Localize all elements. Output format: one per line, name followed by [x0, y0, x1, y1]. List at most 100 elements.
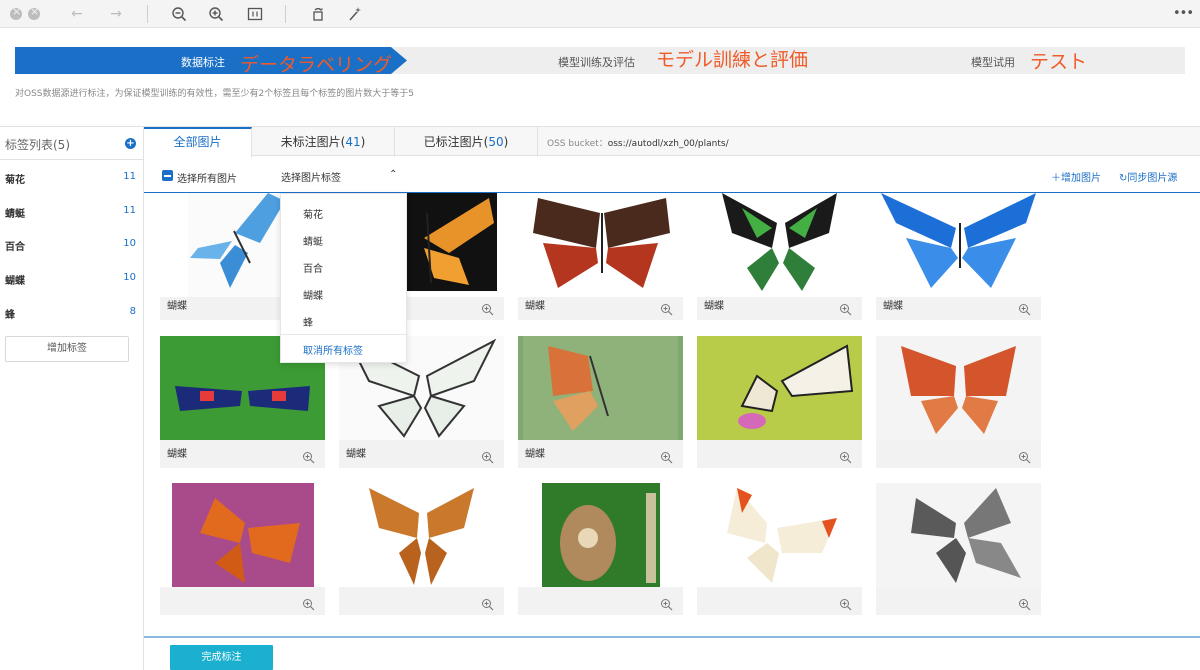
image-card[interactable]: 蝴蝶 — [697, 193, 862, 320]
step-annotation-label[interactable]: 数据标注 — [181, 54, 225, 70]
footer-bar: 完成标注 — [144, 638, 1200, 670]
sidebar-item-label: 百合 — [5, 242, 25, 253]
zoom-in-icon[interactable] — [839, 596, 852, 611]
toolbar-divider — [285, 5, 286, 23]
zoom-in-icon[interactable] — [302, 449, 315, 464]
dropdown-item[interactable]: 蜂 — [303, 314, 313, 329]
dropdown-item[interactable]: 蝴蝶 — [303, 287, 323, 302]
sidebar-item-label: 蜂 — [5, 310, 15, 321]
zoom-in-icon[interactable] — [660, 301, 673, 316]
plus-icon: ＋ — [1051, 173, 1061, 184]
step-trial-jp: テスト — [1030, 51, 1088, 73]
add-image-label: 增加图片 — [1061, 173, 1101, 184]
dropdown-item[interactable]: 蜻蜓 — [303, 233, 323, 248]
image-card[interactable]: 蝴蝶 — [518, 336, 683, 468]
step-training-jp: モデル訓練と評価 — [656, 49, 809, 71]
tab-all-images[interactable]: 全部图片 — [144, 127, 252, 157]
dropdown-item[interactable]: 百合 — [303, 260, 323, 275]
zoom-in-icon[interactable] — [302, 596, 315, 611]
sidebar-item-count: 8 — [129, 306, 136, 317]
add-label-button[interactable]: 增加标签 — [5, 336, 129, 362]
forward-arrow-icon[interactable]: → — [108, 6, 124, 22]
image-card[interactable] — [876, 483, 1041, 615]
card-label: 蝴蝶 — [167, 301, 187, 312]
sidebar-title: 标签列表(5) — [5, 138, 70, 152]
select-tag-dropdown[interactable]: 选择图片标签 — [281, 169, 341, 184]
tab-unlabeled-label: 未标注图片( — [280, 135, 346, 149]
zoom-in-icon[interactable] — [1018, 301, 1031, 316]
step-trial-label[interactable]: 模型试用 — [971, 54, 1015, 70]
zoom-in-icon[interactable] — [660, 449, 673, 464]
sync-source-button[interactable]: ↻同步图片源 — [1119, 169, 1177, 184]
image-card[interactable] — [339, 483, 504, 615]
sidebar-item-label: 蝴蝶 — [5, 276, 25, 287]
butterfly-thumbnail — [697, 193, 862, 297]
hint-text: 对OSS数据源进行标注，为保证模型训练的有效性，需至少有2个标签且每个标签的图片… — [15, 89, 414, 99]
finish-annotation-button[interactable]: 完成标注 — [170, 645, 273, 670]
zoom-in-icon[interactable] — [481, 596, 494, 611]
oss-bucket-label: OSS bucket： — [547, 139, 608, 149]
label-sidebar: 标签列表(5) + 菊花 11 蜻蜓 11 百合 10 蝴蝶 10 蜂 8 增加… — [0, 126, 144, 670]
image-card[interactable] — [697, 336, 862, 468]
more-icon[interactable]: ••• — [1173, 6, 1194, 22]
image-tabs: 全部图片 未标注图片(41) 已标注图片(50) OSS bucket：oss:… — [144, 126, 1200, 157]
chevron-up-icon[interactable]: ⌃ — [389, 169, 397, 180]
zoom-in-icon[interactable] — [208, 6, 224, 22]
zoom-in-icon[interactable] — [1018, 449, 1031, 464]
tab-unlabeled-count: 41 — [345, 135, 361, 149]
sidebar-item-label: 菊花 — [5, 175, 25, 186]
sidebar-item[interactable]: 百合 10 — [0, 228, 144, 261]
sidebar-item[interactable]: 蜻蜓 11 — [0, 195, 144, 228]
butterfly-thumbnail — [518, 336, 683, 440]
sidebar-item-count: 10 — [123, 238, 136, 249]
tab-unlabeled[interactable]: 未标注图片(41) — [252, 127, 395, 157]
step-training-label[interactable]: 模型训练及评估 — [558, 54, 635, 70]
image-card[interactable] — [160, 483, 325, 615]
sidebar-item-count: 11 — [123, 171, 136, 182]
dropdown-item[interactable]: 菊花 — [303, 206, 323, 221]
sidebar-item[interactable]: 蝴蝶 10 — [0, 262, 144, 295]
zoom-in-icon[interactable] — [481, 301, 494, 316]
zoom-out-icon[interactable] — [171, 6, 187, 22]
card-label: 蝴蝶 — [346, 449, 366, 460]
zoom-in-icon[interactable] — [839, 449, 852, 464]
oss-bucket-path: oss://autodl/xzh_00/plants/ — [607, 139, 729, 149]
fit-icon[interactable] — [247, 6, 263, 22]
select-all-label[interactable]: 选择所有图片 — [177, 170, 237, 185]
zoom-in-icon[interactable] — [481, 449, 494, 464]
clear-all-tags-item[interactable]: 取消所有标签 — [303, 342, 363, 357]
card-label: 蝴蝶 — [883, 301, 903, 312]
zoom-in-icon[interactable] — [839, 301, 852, 316]
rotate-icon[interactable] — [310, 6, 326, 22]
zoom-in-icon[interactable] — [660, 596, 673, 611]
image-card[interactable]: 蝴蝶 — [518, 193, 683, 320]
image-card[interactable]: 蝴蝶 — [876, 193, 1041, 320]
close-icon[interactable] — [28, 5, 40, 20]
tab-labeled-close: ) — [503, 135, 509, 149]
butterfly-thumbnail — [697, 336, 862, 440]
sidebar-item[interactable]: 蜂 8 — [0, 296, 144, 329]
tag-dropdown-menu: 菊花 蜻蜓 百合 蝴蝶 蜂 取消所有标签 — [280, 193, 408, 363]
add-image-button[interactable]: ＋增加图片 — [1051, 169, 1101, 184]
add-label-icon[interactable]: + — [125, 138, 136, 149]
sidebar-item[interactable]: 菊花 11 — [0, 161, 144, 194]
sidebar-header: 标签列表(5) + — [0, 127, 144, 160]
image-card[interactable] — [518, 483, 683, 615]
image-card[interactable] — [697, 483, 862, 615]
magic-wand-icon[interactable] — [347, 6, 363, 22]
butterfly-thumbnail — [518, 193, 683, 297]
card-label: 蝴蝶 — [167, 449, 187, 460]
butterfly-thumbnail — [160, 483, 325, 587]
back-arrow-icon[interactable]: ← — [69, 6, 85, 22]
butterfly-thumbnail — [697, 483, 862, 587]
image-card[interactable] — [876, 336, 1041, 468]
butterfly-thumbnail — [876, 193, 1041, 297]
select-all-checkbox[interactable] — [162, 170, 173, 181]
progress-steps: 数据标注 模型训练及评估 模型试用 — [15, 47, 1185, 74]
zoom-in-icon[interactable] — [1018, 596, 1031, 611]
close-icon[interactable] — [10, 5, 22, 20]
card-label: 蝴蝶 — [525, 449, 545, 460]
card-label: 蝴蝶 — [704, 301, 724, 312]
action-bar: 选择所有图片 选择图片标签 ⌃ ＋增加图片 ↻同步图片源 — [144, 157, 1200, 193]
tab-labeled[interactable]: 已标注图片(50) — [395, 127, 538, 157]
